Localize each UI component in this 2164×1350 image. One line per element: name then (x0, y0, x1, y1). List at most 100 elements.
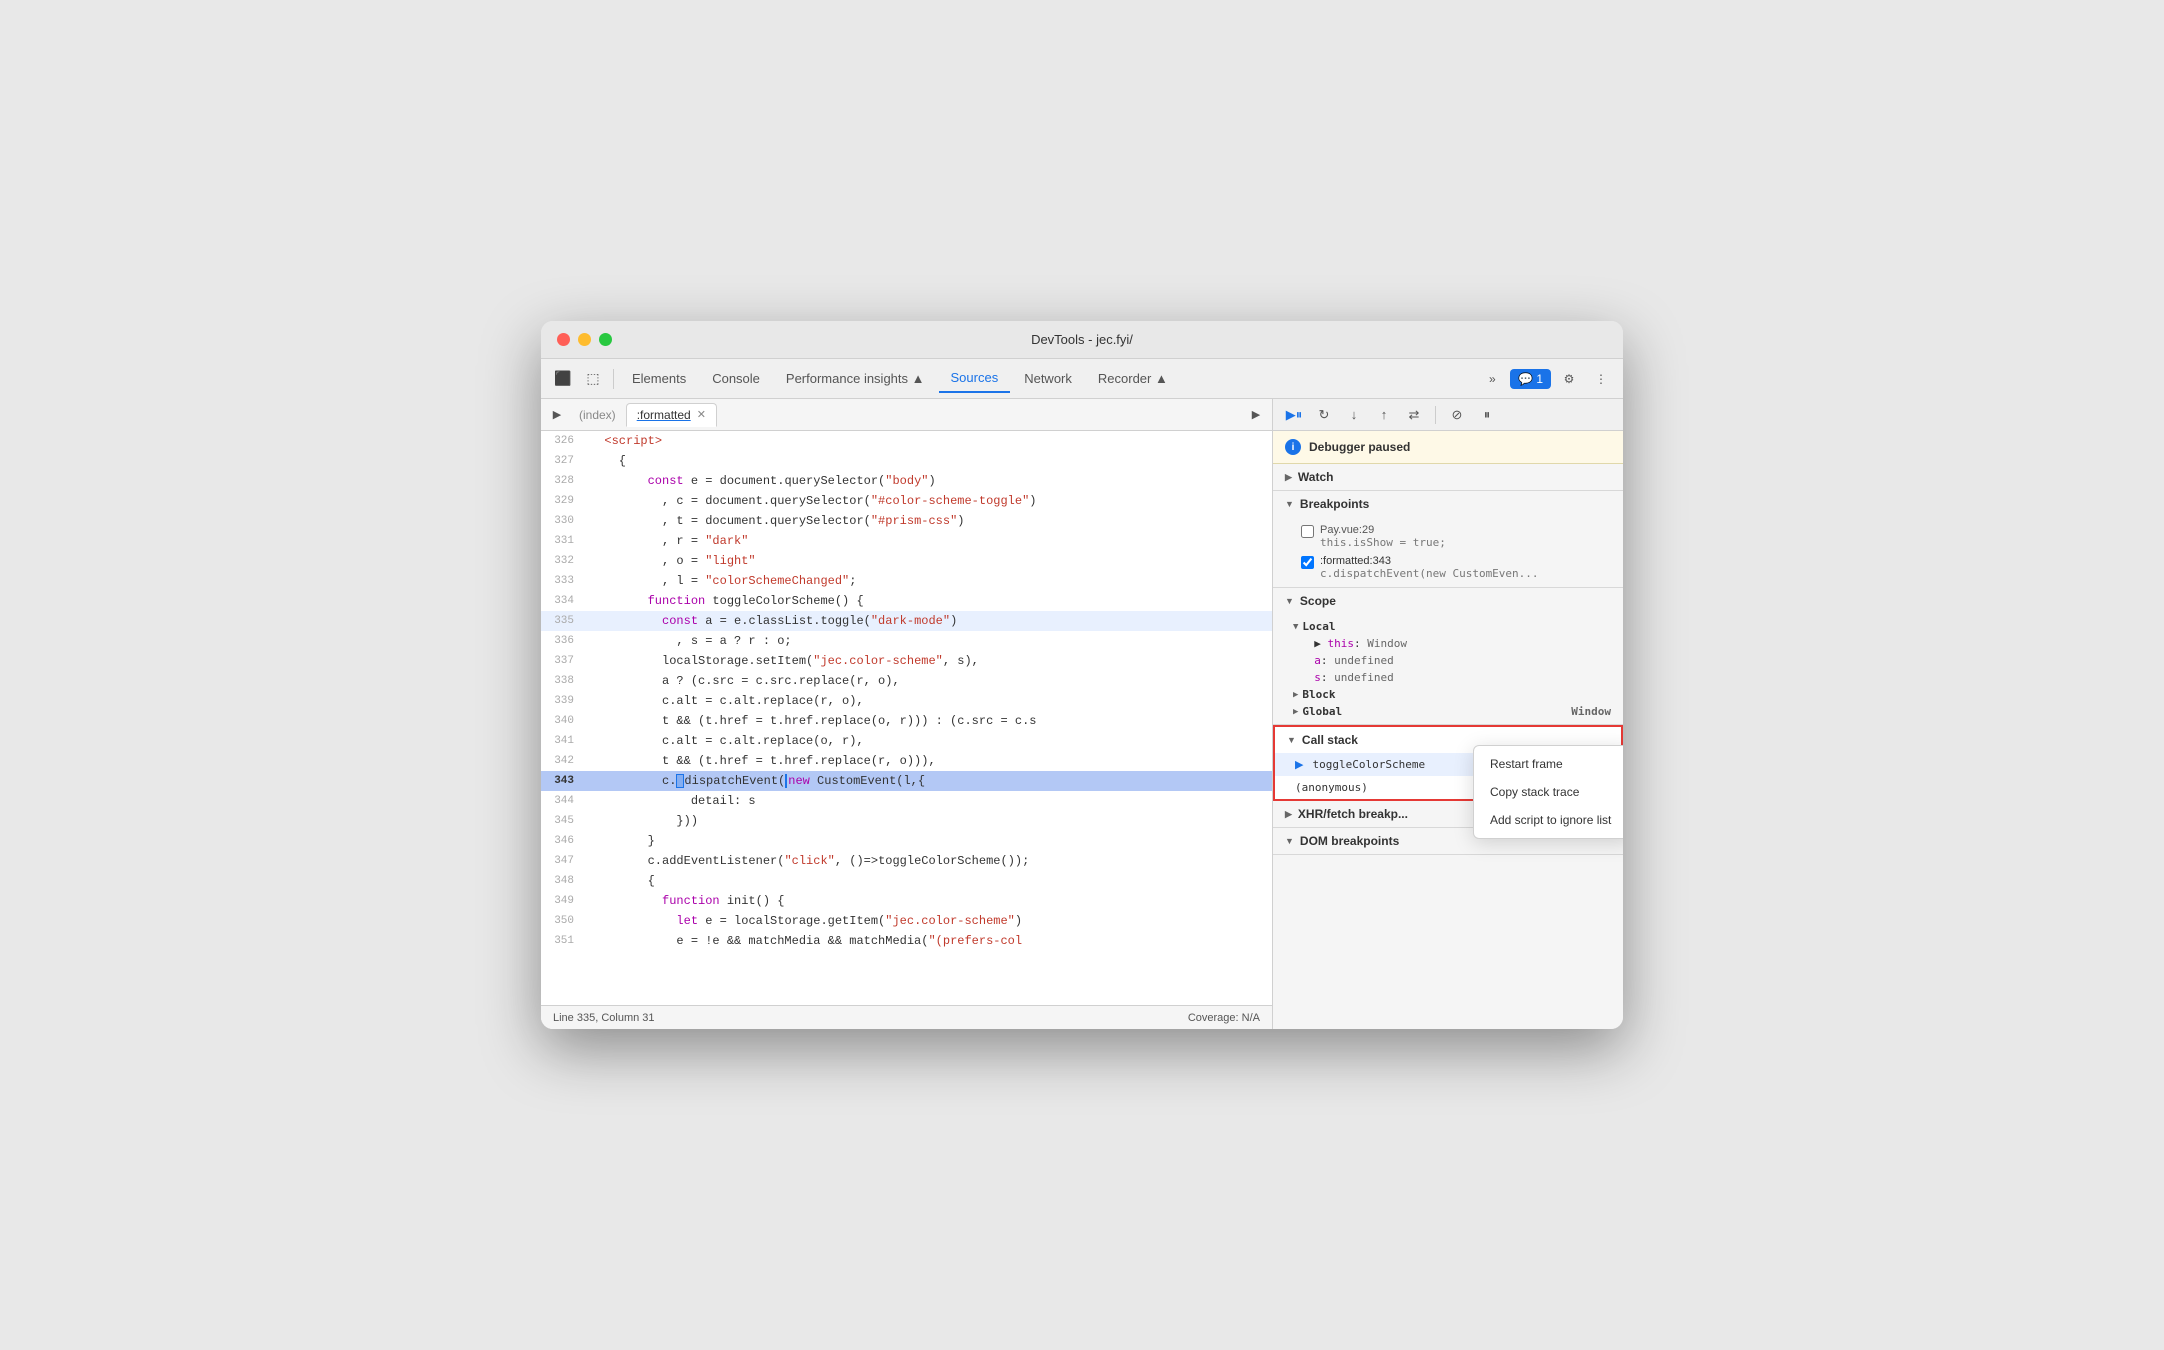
step-button[interactable]: ⇄ (1401, 402, 1427, 428)
watch-section-header[interactable]: ▶ Watch (1273, 464, 1623, 490)
debugger-toolbar: ▶⏸ ↻ ↓ ↑ ⇄ ⊘ ⏸ (1273, 399, 1623, 431)
more-tabs-button[interactable]: » (1478, 365, 1506, 393)
sidebar-toggle-icon[interactable]: ▶ (545, 403, 569, 427)
cursor-icon[interactable]: ⬛ (549, 365, 577, 393)
minimize-button[interactable] (578, 333, 591, 346)
call-stack-triangle-icon: ▼ (1287, 735, 1296, 745)
code-line-347: 347 c.addEventListener("click", ()=>togg… (541, 851, 1272, 871)
titlebar: DevTools - jec.fyi/ (541, 321, 1623, 359)
frame-1-name: toggleColorScheme (1313, 758, 1426, 771)
code-line-336: 336 , s = a ? r : o; (541, 631, 1272, 651)
add-to-ignore-list-menuitem[interactable]: Add script to ignore list (1474, 806, 1623, 834)
scope-content: ▼ Local ▶ this: Window a: undefined s: u… (1273, 614, 1623, 724)
tab-console[interactable]: Console (700, 365, 772, 392)
watch-section: ▶ Watch (1273, 464, 1623, 491)
index-label: (index) (579, 408, 616, 422)
breakpoint-1-code: this.isShow = true; (1320, 536, 1446, 549)
close-button[interactable] (557, 333, 570, 346)
scope-triangle-icon: ▼ (1285, 596, 1294, 606)
code-line-328: 328 const e = document.querySelector("bo… (541, 471, 1272, 491)
dom-triangle-icon: ▼ (1285, 836, 1294, 846)
code-line-339: 339 c.alt = c.alt.replace(r, o), (541, 691, 1272, 711)
settings-button[interactable]: ⚙ (1555, 365, 1583, 393)
debugger-panel: ▶⏸ ↻ ↓ ↑ ⇄ ⊘ ⏸ i Debugger paused (1273, 399, 1623, 1029)
debugger-content: i Debugger paused ▶ Watch ▼ Breakpoints (1273, 431, 1623, 1029)
code-line-343: 343 c.dispatchEvent(new CustomEvent(l,{ (541, 771, 1272, 791)
breakpoint-2-checkbox[interactable] (1301, 556, 1314, 569)
code-line-333: 333 , l = "colorSchemeChanged"; (541, 571, 1272, 591)
code-line-341: 341 c.alt = c.alt.replace(o, r), (541, 731, 1272, 751)
breakpoint-item-2: :formatted:343 c.dispatchEvent(new Custo… (1273, 552, 1623, 583)
main-tabs-bar: ⬛ ⬚ Elements Console Performance insight… (541, 359, 1623, 399)
tab-performance[interactable]: Performance insights ▲ (774, 365, 937, 392)
scope-local-header[interactable]: ▼ Local (1273, 618, 1623, 635)
deactivate-breakpoints-button[interactable]: ⊘ (1444, 402, 1470, 428)
local-label: Local (1302, 620, 1335, 633)
scope-section-header[interactable]: ▼ Scope (1273, 588, 1623, 614)
call-stack-item-2[interactable]: (anonymous) Restart frame Copy stack tra… (1275, 776, 1621, 799)
toolbar-separator (1435, 406, 1436, 424)
breakpoints-icon[interactable]: ▶ (1244, 403, 1268, 427)
copy-stack-trace-menuitem[interactable]: Copy stack trace (1474, 778, 1623, 806)
traffic-lights (557, 333, 612, 346)
tab-formatted[interactable]: :formatted ✕ (626, 403, 717, 427)
scope-block-header[interactable]: ▶ Block (1273, 686, 1623, 703)
chat-badge-button[interactable]: 💬 1 (1510, 369, 1551, 389)
code-editor[interactable]: 326 <script> 327 { 328 const e = documen… (541, 431, 1272, 1005)
breakpoints-section-header[interactable]: ▼ Breakpoints (1273, 491, 1623, 517)
frame-2-name: (anonymous) (1295, 781, 1368, 794)
editor-panel: ▶ (index) :formatted ✕ ▶ 326 <script> (541, 399, 1273, 1029)
formatted-label: :formatted (637, 408, 691, 422)
tab-recorder[interactable]: Recorder ▲ (1086, 365, 1180, 392)
tab-network[interactable]: Network (1012, 365, 1084, 392)
restart-frame-menuitem[interactable]: Restart frame (1474, 750, 1623, 778)
tabs-right: » 💬 1 ⚙ ⋮ (1478, 365, 1615, 393)
xhr-label: XHR/fetch breakp... (1298, 807, 1408, 821)
step-into-button[interactable]: ↓ (1341, 402, 1367, 428)
block-triangle-icon: ▶ (1293, 690, 1298, 700)
info-icon: i (1285, 439, 1301, 455)
main-content: ▶ (index) :formatted ✕ ▶ 326 <script> (541, 399, 1623, 1029)
step-over-button[interactable]: ↻ (1311, 402, 1337, 428)
device-icon[interactable]: ⬚ (579, 365, 607, 393)
scope-a: a: undefined (1273, 652, 1623, 669)
chat-icon: 💬 (1518, 372, 1533, 386)
tab-index[interactable]: (index) (569, 404, 626, 426)
code-line-346: 346 } (541, 831, 1272, 851)
breakpoints-list: Pay.vue:29 this.isShow = true; :formatte… (1273, 517, 1623, 587)
breakpoints-section: ▼ Breakpoints Pay.vue:29 this.isShow = t… (1273, 491, 1623, 588)
call-stack-section: ▼ Call stack ▶ toggleColorScheme :format… (1273, 725, 1623, 801)
paused-label: Debugger paused (1309, 440, 1410, 454)
code-line-342: 342 t && (t.href = t.href.replace(r, o))… (541, 751, 1272, 771)
more-options-button[interactable]: ⋮ (1587, 365, 1615, 393)
code-line-335: 335 const a = e.classList.toggle("dark-m… (541, 611, 1272, 631)
tab-sources[interactable]: Sources (939, 364, 1011, 393)
scope-label: Scope (1300, 594, 1336, 608)
scope-section: ▼ Scope ▼ Local ▶ this: Window a: undefi… (1273, 588, 1623, 725)
devtools-window: DevTools - jec.fyi/ ⬛ ⬚ Elements Console… (541, 321, 1623, 1029)
scope-s: s: undefined (1273, 669, 1623, 686)
maximize-button[interactable] (599, 333, 612, 346)
code-line-351: 351 e = !e && matchMedia && matchMedia("… (541, 931, 1272, 951)
step-out-button[interactable]: ↑ (1371, 402, 1397, 428)
global-label: Global (1302, 705, 1342, 718)
code-line-334: 334 function toggleColorScheme() { (541, 591, 1272, 611)
dom-label: DOM breakpoints (1300, 834, 1399, 848)
editor-tabs: ▶ (index) :formatted ✕ ▶ (541, 399, 1272, 431)
breakpoint-1-checkbox[interactable] (1301, 525, 1314, 538)
debugger-paused-banner: i Debugger paused (1273, 431, 1623, 464)
global-triangle-icon: ▶ (1293, 707, 1298, 717)
block-label: Block (1302, 688, 1335, 701)
breakpoint-1-file: Pay.vue:29 (1320, 524, 1446, 536)
status-bar: Line 335, Column 31 Coverage: N/A (541, 1005, 1272, 1029)
code-line-331: 331 , r = "dark" (541, 531, 1272, 551)
code-line-337: 337 localStorage.setItem("jec.color-sche… (541, 651, 1272, 671)
breakpoints-triangle-icon: ▼ (1285, 499, 1294, 509)
resume-button[interactable]: ▶⏸ (1281, 402, 1307, 428)
scope-global-header[interactable]: ▶ Global Window (1273, 703, 1623, 720)
tab-elements[interactable]: Elements (620, 365, 698, 392)
pause-on-exceptions-button[interactable]: ⏸ (1474, 402, 1500, 428)
context-menu: Restart frame Copy stack trace Add scrip… (1473, 745, 1623, 839)
close-tab-icon[interactable]: ✕ (697, 408, 706, 421)
code-line-348: 348 { (541, 871, 1272, 891)
